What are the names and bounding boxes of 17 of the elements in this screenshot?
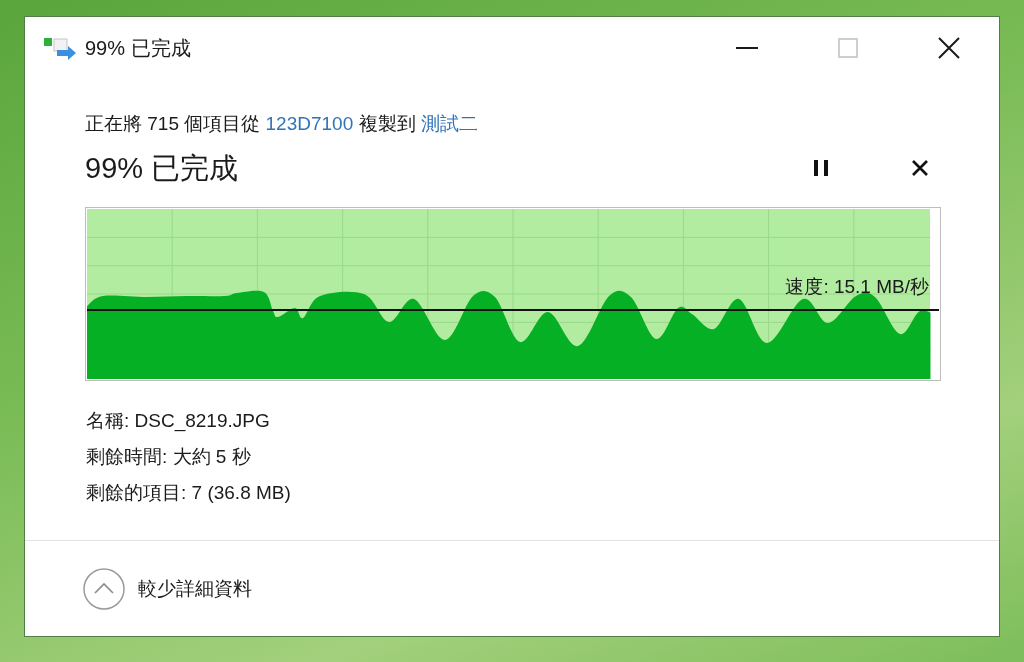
detail-text: 名稱: DSC_8219.JPG [85,409,270,434]
copy-summary-text: 正在將 715 個項目從 123D7100 複製到 測試二 [85,112,478,136]
close-icon [937,37,960,59]
maximize-icon [837,38,858,58]
details-toggle-button[interactable]: 較少詳細資料 [83,567,252,610]
folder-link[interactable]: 123D7100 [265,113,354,134]
speed-text: 速度: 15.1 MB/秒 [785,275,929,299]
folder-link[interactable]: 測試二 [420,113,478,134]
close-icon [912,160,928,176]
chevron-up-icon [83,567,125,610]
detail-text: 剩餘的項目: 7 (36.8 MB) [85,481,291,505]
pause-icon [814,160,828,176]
detail-text: 剩餘時間: 大約 5 秒 [85,445,251,469]
window-title: 99% 已完成 [85,36,191,61]
minimize-icon [735,47,758,49]
file-transfer-icon [44,36,76,60]
progress-status-text: 99% 已完成 [85,151,239,186]
